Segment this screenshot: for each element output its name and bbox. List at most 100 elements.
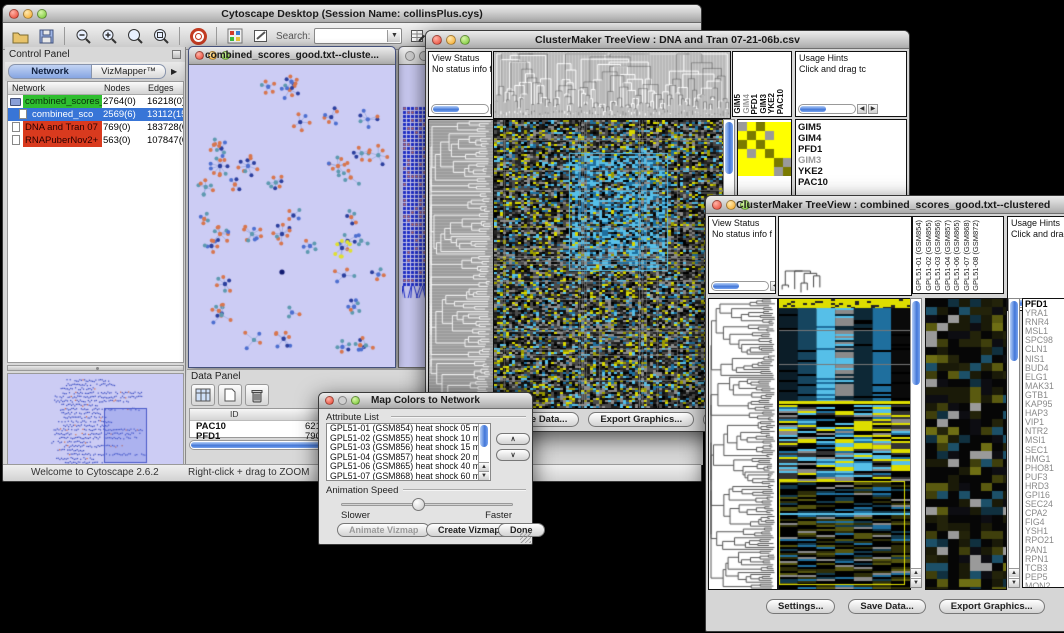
zoom-in-button[interactable] [97,26,121,47]
move-up-button[interactable]: ∧ [496,433,530,445]
search-input[interactable]: ▼ [314,28,402,44]
tv2-column-label: GPL51-02 (GSM855) [924,220,934,291]
scroll-up-icon[interactable]: ▲ [911,568,921,577]
animation-slider-track[interactable] [341,503,513,506]
network-window-titlebar[interactable]: combined_scores_good.txt--cluste... [189,47,395,65]
scroll-down-icon[interactable]: ▼ [479,471,489,480]
tab-vizmapper[interactable]: VizMapper™ [92,64,166,79]
tv1-row-label[interactable]: PAC10 [796,177,906,188]
zoom-fit-button[interactable] [149,26,173,47]
col-edges[interactable]: Edges [148,83,174,93]
select-attributes-button[interactable] [191,384,215,406]
scroll-left-icon[interactable]: ◀ [770,281,776,291]
attribute-list-label: Attribute List [326,412,379,423]
attribute-listbox[interactable]: GPL51-01 (GSM854) heat shock 05 minGPL51… [326,423,491,481]
move-down-button[interactable]: ∨ [496,449,530,461]
scroll-thumb[interactable] [725,122,733,174]
tv1-status-scrollbar[interactable]: ◀▶ [431,103,492,114]
tv2-vscrollbar[interactable]: ▲ ▼ [910,298,922,588]
dialog-titlebar[interactable]: Map Colors to Network [319,393,532,409]
network-overview-panel[interactable] [7,373,184,465]
network-table-header[interactable]: Network Nodes Edges [8,82,183,95]
tv1-column-dendrogram[interactable] [493,51,731,119]
gene-label[interactable]: MON2 [1023,582,1064,588]
tv1-row-label[interactable]: GIM4 [796,133,906,144]
help-button[interactable] [186,26,210,47]
tv1-row-label[interactable]: GIM3 [796,155,906,166]
tv1-row-label[interactable]: YKE2 [796,166,906,177]
scroll-up-icon[interactable]: ▲ [1009,568,1019,577]
tv1-row-label[interactable]: GIM5 [796,122,906,133]
network-canvas[interactable] [190,66,394,366]
open-file-button[interactable] [8,26,32,47]
scroll-thumb[interactable] [480,425,488,447]
tv2-zoom-heatmap[interactable] [925,298,1007,590]
treeview1-titlebar[interactable]: ClusterMaker TreeView : DNA and Tran 07-… [426,31,909,49]
treeview2-window: ClusterMaker TreeView : combined_scores_… [705,195,1064,632]
tv1-row-label[interactable]: PFD1 [796,144,906,155]
scroll-thumb[interactable] [800,106,826,112]
scroll-right-icon[interactable]: ▶ [868,104,878,114]
list-vscrollbar[interactable]: ▲ ▼ [478,424,490,480]
treeview2-title: ClusterMaker TreeView : combined_scores_… [706,199,1064,211]
tv1-row-dendrogram[interactable] [428,119,494,409]
tv1-button[interactable]: Export Graphics... [588,412,694,427]
treeview2-titlebar[interactable]: ClusterMaker TreeView : combined_scores_… [706,196,1064,214]
vizmapper-button[interactable] [223,26,247,47]
close-button[interactable] [405,51,415,61]
animate-vizmap-button[interactable]: Animate Vizmap [337,523,430,537]
panel-divider-handle[interactable] [7,365,184,371]
tv1-correlation-matrix[interactable] [738,122,792,176]
tv2-heatmap[interactable] [778,298,911,590]
scroll-thumb[interactable] [713,283,739,289]
scroll-thumb[interactable] [433,106,459,112]
tv2-column-label: GPL51-08 (GSM872) [971,220,981,291]
main-titlebar[interactable]: Cytoscape Desktop (Session Name: collins… [3,5,701,23]
network-view-window[interactable]: combined_scores_good.txt--cluste... [188,46,396,368]
float-panel-icon[interactable] [172,50,181,59]
tv2-button[interactable]: Settings... [766,599,835,614]
scroll-thumb[interactable] [1010,301,1018,361]
status-zoom-hint: Right-click + drag to ZOOM [188,467,309,478]
scroll-thumb[interactable] [912,301,920,385]
col-id[interactable]: ID [230,409,239,419]
tv1-heatmap[interactable] [493,119,725,409]
vizmapper-icon [227,28,243,44]
tv2-button[interactable]: Save Data... [848,599,925,614]
tv2-column-tree-area[interactable] [778,216,912,296]
tv2-row-dendrogram[interactable] [708,298,778,590]
network-row[interactable]: DNA and Tran 07769(0)183728(0) [8,121,183,134]
scroll-left-icon[interactable]: ◀ [857,104,867,114]
tv2-column-label: GPL51-07 (GSM868) [962,220,972,291]
delete-attribute-button[interactable] [245,384,269,406]
tv2-usage-hints-text: Click and drag to [1011,229,1064,240]
network-row[interactable]: combined_sco2569(6)13112(15) [8,108,183,121]
col-network[interactable]: Network [12,83,45,93]
search-label: Search: [276,31,310,42]
tv1-usage-hints-text: Click and drag tc [799,64,903,75]
scroll-up-icon[interactable]: ▲ [479,462,489,471]
resize-grip[interactable] [520,532,531,543]
annotation-button[interactable] [249,26,273,47]
zoom-out-button[interactable] [71,26,95,47]
tab-overflow-arrow[interactable]: ▶ [171,67,177,76]
network-overview-canvas[interactable] [8,374,183,464]
save-session-button[interactable] [34,26,58,47]
zoom-selected-button[interactable] [123,26,147,47]
tv2-gene-vscrollbar[interactable]: ▲ ▼ [1008,298,1020,588]
animation-slider-thumb[interactable] [412,498,425,511]
network-nodes: 563(0) [103,134,130,147]
tv1-hints-scrollbar[interactable]: ◀▶ [798,103,878,114]
network-row[interactable]: RNAPuberNov2+563(0)107847(0) [8,134,183,147]
scroll-down-icon[interactable]: ▼ [1009,578,1019,587]
new-attribute-button[interactable] [218,384,242,406]
scroll-left-icon[interactable]: ◀ [490,104,492,114]
col-nodes[interactable]: Nodes [104,83,130,93]
network-row[interactable]: combined_scores_2764(0)16218(0) [8,95,183,108]
tab-network[interactable]: Network [8,64,92,79]
tv2-button[interactable]: Export Graphics... [939,599,1045,614]
tv2-status-scrollbar[interactable]: ◀▶ [711,280,776,291]
scroll-down-icon[interactable]: ▼ [911,578,921,587]
attribute-item[interactable]: GPL51-07 (GSM868) heat shock 60 min [327,472,490,481]
chevron-down-icon[interactable]: ▼ [387,30,400,42]
